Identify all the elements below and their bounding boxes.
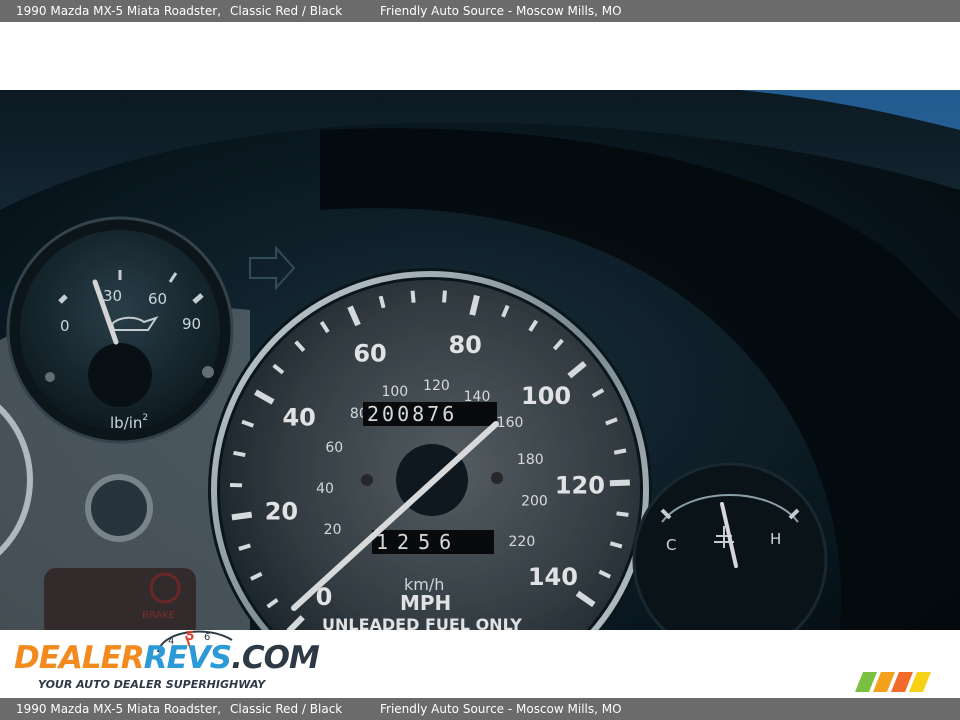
top-whitespace xyxy=(0,22,960,90)
top-info-bar: 1990 Mazda MX-5 Miata Roadster, Classic … xyxy=(0,0,960,22)
bottom-info-bar: 1990 Mazda MX-5 Miata Roadster, Classic … xyxy=(0,698,960,720)
logo-dealer-text: DEALER xyxy=(14,640,145,676)
vehicle-title-bottom: 1990 Mazda MX-5 Miata Roadster, xyxy=(16,702,222,716)
logo-tagline: YOUR AUTO DEALER SUPERHIGHWAY xyxy=(38,678,266,691)
logo-wordmark: DEALERREVS.COM xyxy=(14,640,320,676)
dealerrevs-logo[interactable]: 4 5 6 DEALERREVS.COM YOUR AUTO DEALER SU… xyxy=(10,624,320,696)
footer-branding: 4 5 6 DEALERREVS.COM YOUR AUTO DEALER SU… xyxy=(0,629,960,698)
vehicle-title: 1990 Mazda MX-5 Miata Roadster, xyxy=(16,4,222,18)
dealer-location: Friendly Auto Source - Moscow Mills, MO xyxy=(380,4,622,18)
stripe-brand-icon xyxy=(855,672,931,692)
speedometer-photo: 0 30 60 90 lb/in2 BRAKE 0 20 40 60 80 10… xyxy=(0,90,960,630)
logo-revs-text: REVS xyxy=(143,640,232,676)
logo-com-text: .COM xyxy=(231,640,320,676)
vehicle-color-bottom: Classic Red / Black xyxy=(230,702,343,716)
dealer-location-bottom: Friendly Auto Source - Moscow Mills, MO xyxy=(380,702,622,716)
vehicle-color: Classic Red / Black xyxy=(230,4,343,18)
